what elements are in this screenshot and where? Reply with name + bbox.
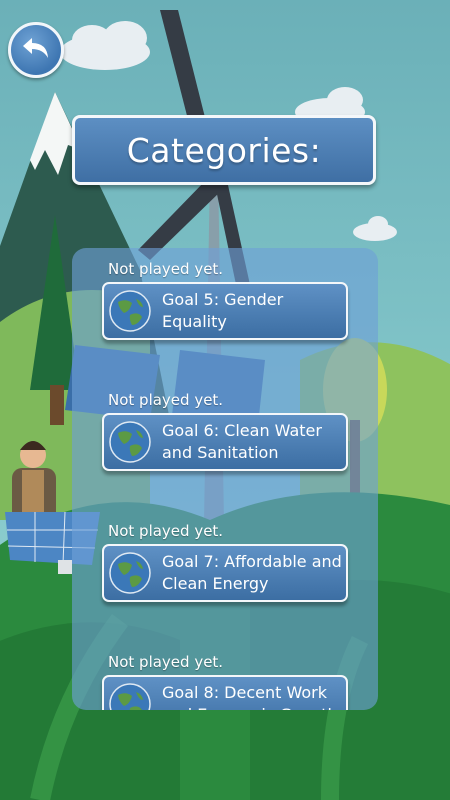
goal-label: Goal 5: Gender Equality [162,290,284,331]
goal-5-button[interactable]: Goal 5: Gender Equality [102,282,348,340]
category-status: Not played yet. [108,653,224,671]
goal-8-button[interactable]: Goal 8: Decent Work and Economic Growth [102,675,348,710]
goal-label: Goal 8: Decent Work and Economic Growth [162,683,338,710]
category-status: Not played yet. [108,522,224,540]
category-item-goal-5: Not played yet. Goal 5: Gender Equality [102,260,348,340]
categories-list[interactable]: Not played yet. Goal 5: Gender Equality … [72,248,378,710]
page-title: Categories: [126,130,322,170]
title-banner: Categories: [72,115,376,185]
earth-globe-icon [109,290,151,332]
category-item-goal-6: Not played yet. Goal 6: Clean Water and … [102,391,348,471]
earth-globe-icon [109,683,151,710]
category-item-goal-7: Not played yet. Goal 7: Affordable and C… [102,522,348,602]
category-status: Not played yet. [108,260,224,278]
earth-globe-icon [109,552,151,594]
goal-label: Goal 7: Affordable and Clean Energy [162,552,342,593]
goal-6-button[interactable]: Goal 6: Clean Water and Sanitation [102,413,348,471]
goal-label: Goal 6: Clean Water and Sanitation [162,421,322,462]
back-arrow-icon [21,36,51,64]
earth-globe-icon [109,421,151,463]
goal-7-button[interactable]: Goal 7: Affordable and Clean Energy [102,544,348,602]
back-button[interactable] [8,22,64,78]
category-item-goal-8: Not played yet. Goal 8: Decent Work and … [102,653,348,710]
category-status: Not played yet. [108,391,224,409]
